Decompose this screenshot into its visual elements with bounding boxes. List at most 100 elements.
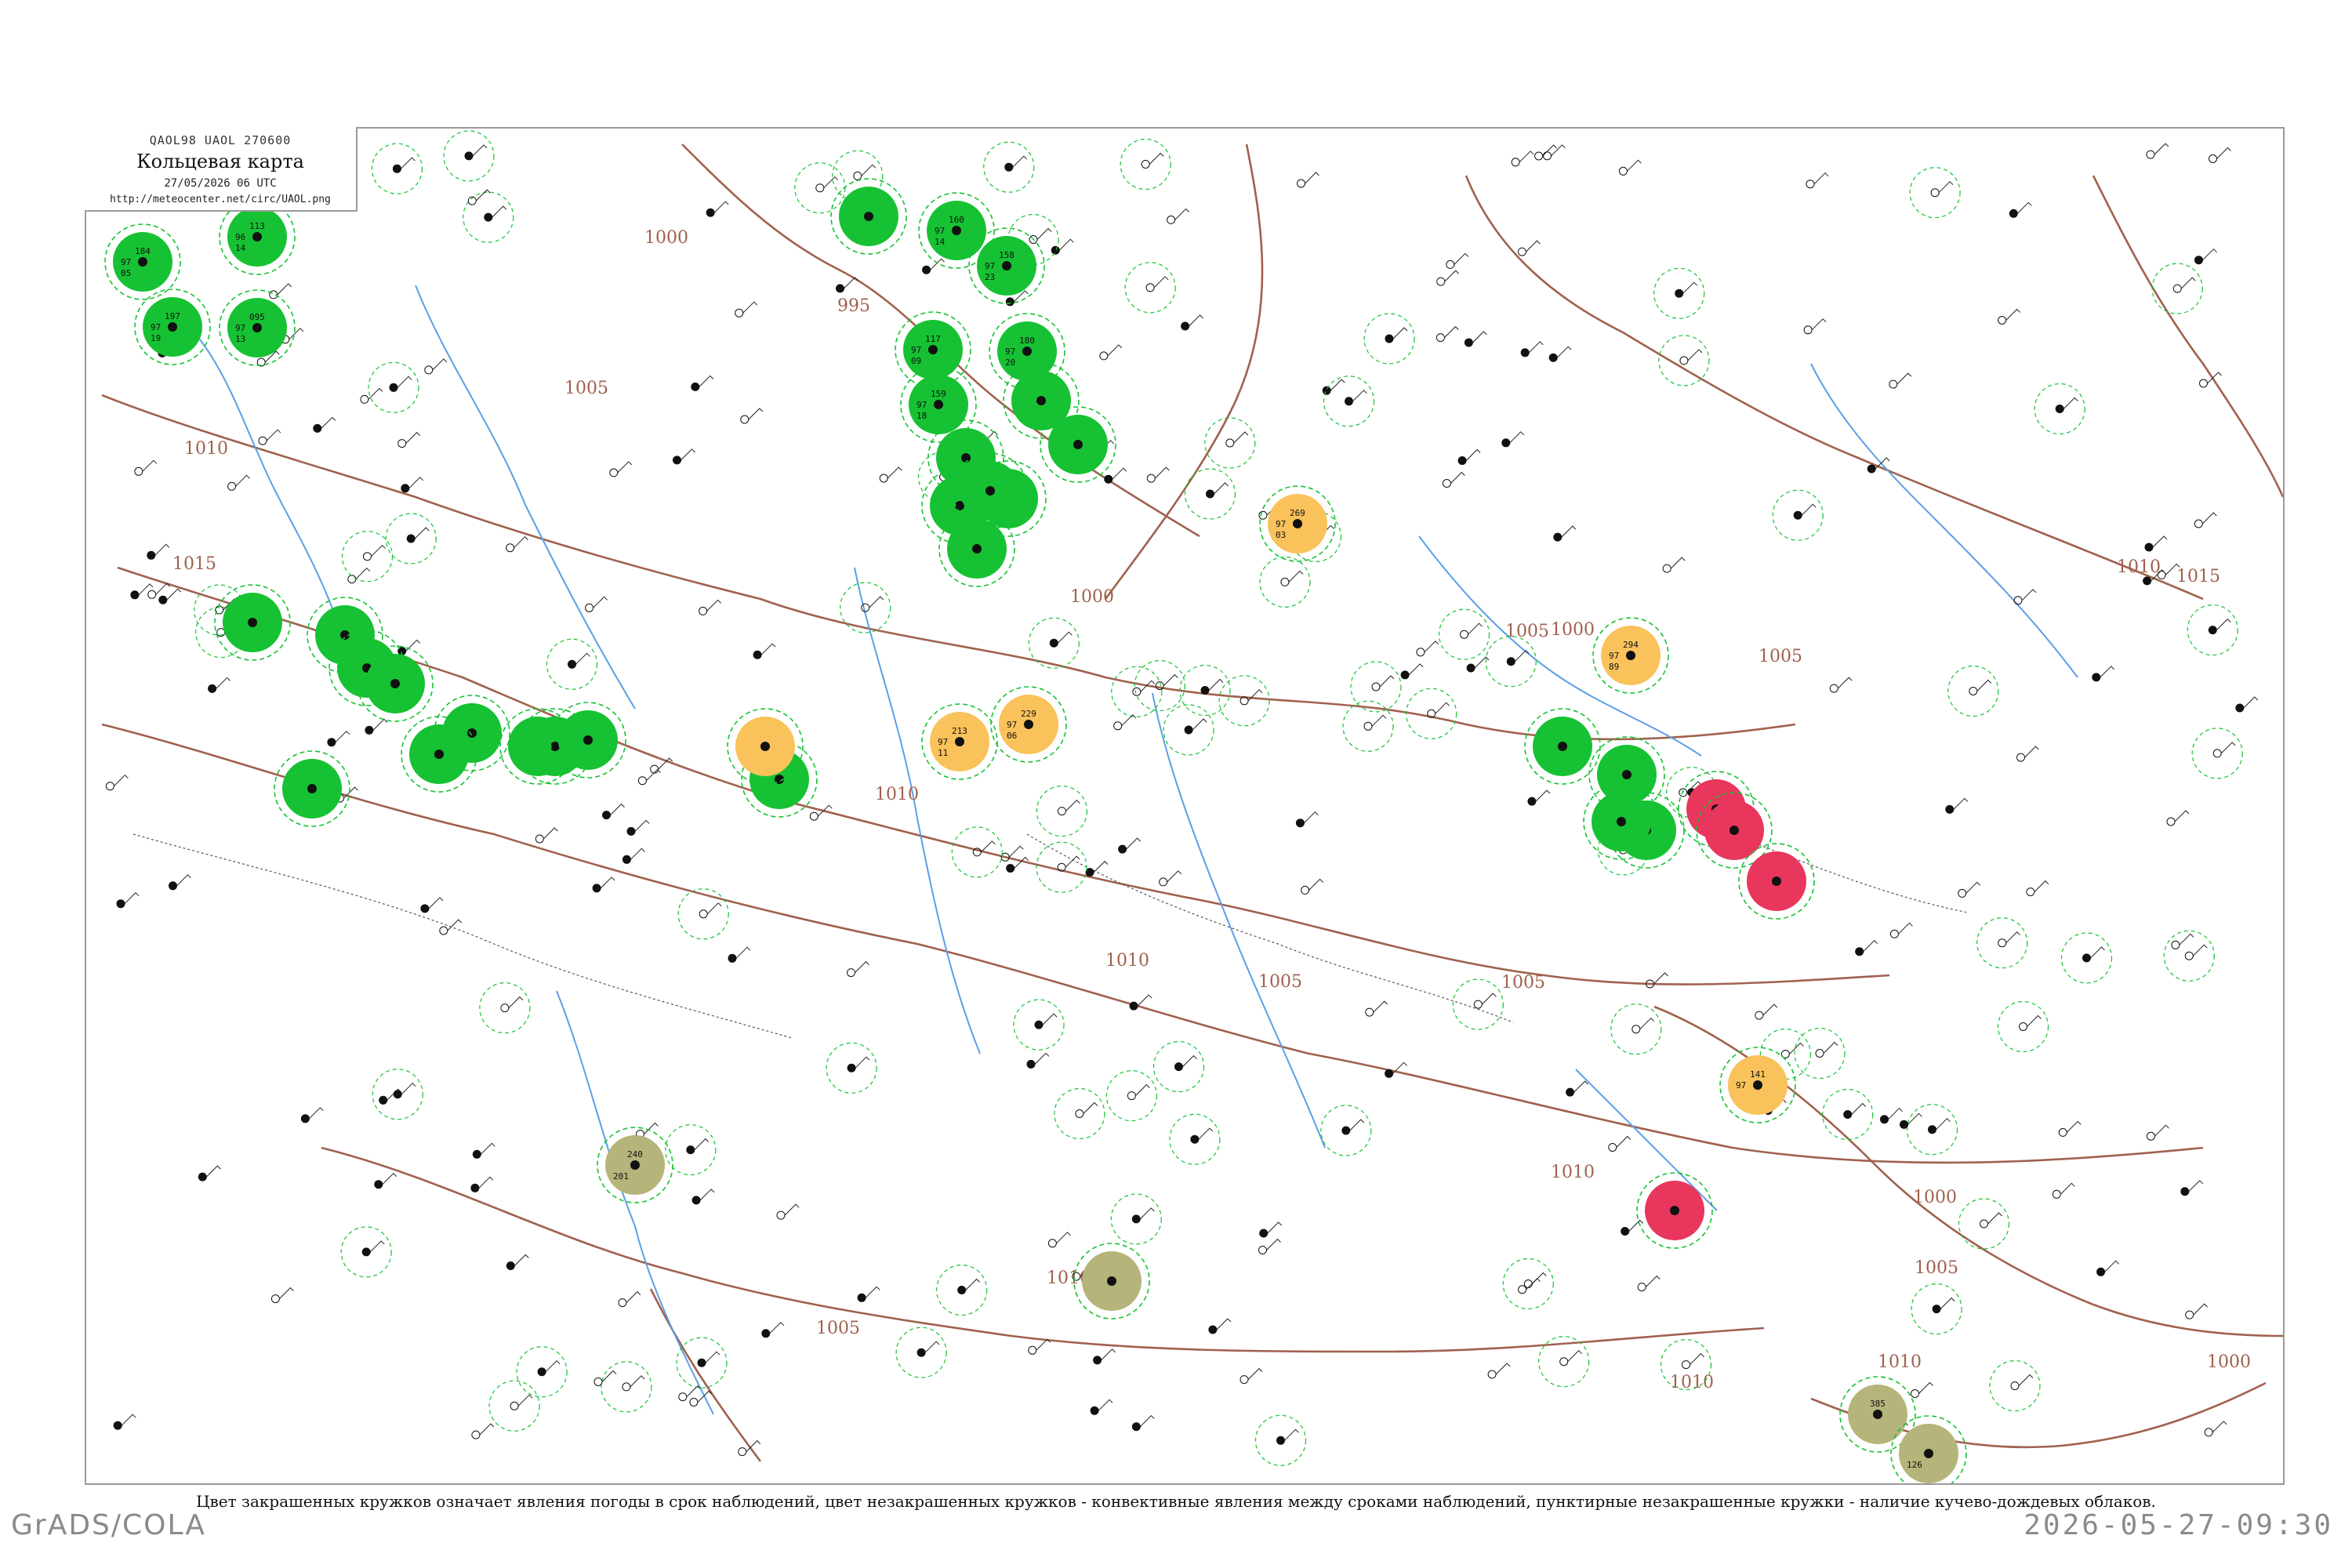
wind-barb-icon <box>713 201 729 213</box>
wind-barb-icon <box>372 718 388 731</box>
wind-barb-icon <box>861 164 877 176</box>
station-marker[interactable] <box>214 584 291 661</box>
station-marker[interactable] <box>401 716 477 793</box>
station-symbol-icon <box>776 1210 786 1220</box>
station-symbol-icon <box>1523 1279 1533 1288</box>
station-symbol-icon <box>2171 940 2180 949</box>
wind-barb-icon <box>681 448 695 461</box>
cb-cloud-ring <box>794 162 846 214</box>
wind-barb-icon <box>1918 1381 1933 1394</box>
station-symbol-icon <box>1208 1325 1218 1334</box>
station-symbol-icon <box>1090 1406 1099 1415</box>
footer-timestamp: 2026-05-27-09:30 <box>2024 1509 2333 1541</box>
station-symbol-icon <box>365 725 374 735</box>
cb-cloud-ring <box>1502 1258 1554 1310</box>
station-marker[interactable]: 294 9789 <box>1592 617 1669 694</box>
wind-barb-icon <box>699 375 714 387</box>
cb-cloud-ring <box>479 982 531 1034</box>
station-symbol-icon <box>2146 150 2155 159</box>
station-symbol-icon <box>1113 721 1123 731</box>
wind-barb-icon <box>369 1240 385 1253</box>
cloud-cover-icon <box>583 735 593 745</box>
station-value: 97 <box>235 323 245 333</box>
station-symbol-icon <box>258 436 267 445</box>
station-marker[interactable] <box>274 750 350 827</box>
station-symbol-icon <box>735 308 744 318</box>
station-marker[interactable] <box>1636 1172 1713 1249</box>
wind-barb-icon <box>1034 1052 1050 1065</box>
station-symbol-icon <box>1085 868 1094 877</box>
station-marker[interactable]: 197 9719 <box>134 289 211 365</box>
wind-barb-icon <box>1509 431 1525 444</box>
station-value: 095 <box>249 312 265 322</box>
station-marker[interactable]: 240 201 <box>597 1127 673 1203</box>
station-symbol-icon <box>1632 1025 1641 1034</box>
weather-map[interactable]: 1000100510101015995100010051010 101510001… <box>86 129 2283 1483</box>
cb-cloud-ring <box>2151 263 2203 314</box>
station-symbol-icon <box>592 884 601 893</box>
wind-barb-icon <box>855 1056 870 1069</box>
station-symbol-icon <box>169 881 177 891</box>
cb-cloud-ring <box>1259 556 1311 608</box>
station-marker[interactable] <box>550 702 626 779</box>
wind-barb-icon <box>1567 1349 1583 1363</box>
wind-barb-icon <box>2243 696 2259 709</box>
station-symbol-icon <box>1341 1126 1351 1135</box>
wind-barb-icon <box>1352 390 1367 402</box>
cb-cloud-ring <box>341 531 394 583</box>
wind-barb-icon <box>1056 1232 1071 1244</box>
title-box: QAOL98 UAOL 270600 Кольцевая карта 27/05… <box>85 127 358 212</box>
station-layer: 1849705113961419797190959713160971415897… <box>104 178 1967 1483</box>
wind-barb-icon <box>769 1322 785 1334</box>
wind-barb-icon <box>447 919 463 931</box>
wind-barb-icon <box>1140 1414 1155 1428</box>
station-marker[interactable]: 184 9705 <box>104 223 181 300</box>
map-url[interactable]: http://meteocenter.net/circ/UAOL.png <box>85 194 356 205</box>
wind-barb-icon <box>1135 1083 1150 1096</box>
station-symbol-icon <box>406 534 416 543</box>
cloud-cover-icon <box>138 257 147 267</box>
station-symbol-icon <box>1436 333 1445 343</box>
station-symbol-icon <box>1855 947 1864 956</box>
station-symbol-icon <box>1075 1109 1084 1118</box>
cloud-cover-icon <box>1670 1206 1679 1215</box>
wind-barb-icon <box>1556 346 1572 358</box>
station-marker[interactable] <box>830 178 907 255</box>
wind-barb-icon <box>1198 1127 1214 1140</box>
wind-barb-icon <box>646 768 661 782</box>
wind-barb-icon <box>155 583 171 595</box>
isobar-label: 1005 <box>1915 1258 1958 1278</box>
station-marker[interactable]: 141 97 <box>1719 1047 1796 1123</box>
station-symbol-icon <box>1998 938 2007 948</box>
station-marker[interactable] <box>1073 1243 1150 1319</box>
station-symbol-icon <box>1146 474 1156 483</box>
station-symbol-icon <box>2016 753 2025 762</box>
cloud-cover-icon <box>1753 1080 1762 1090</box>
wind-barb-icon <box>610 803 625 815</box>
station-symbol-icon <box>1682 1360 1690 1370</box>
station-marker[interactable]: 095 9713 <box>219 289 296 366</box>
station-symbol-icon <box>1200 686 1210 695</box>
station-symbol-icon <box>691 1196 701 1205</box>
station-symbol-icon <box>602 811 611 820</box>
station-symbol-icon <box>1005 297 1014 307</box>
station-symbol-icon <box>1460 630 1468 639</box>
wind-barb-icon <box>869 596 884 608</box>
cb-cloud-ring <box>1976 917 2028 969</box>
wind-barb-icon <box>2090 946 2105 959</box>
station-marker[interactable]: 213 9711 <box>921 703 998 780</box>
station-symbol-icon <box>622 855 631 864</box>
station-symbol-icon <box>836 284 844 293</box>
wind-barb-icon <box>2063 397 2078 409</box>
isobar-label: 1015 <box>172 554 216 574</box>
station-symbol-icon <box>1958 888 1967 898</box>
station-marker[interactable]: 229 9706 <box>990 686 1067 763</box>
station-symbol-icon <box>1436 277 1446 286</box>
station-symbol-icon <box>1466 663 1475 673</box>
station-value: 184 <box>135 246 151 256</box>
wind-barb-icon <box>1174 208 1189 220</box>
wind-barb-icon <box>382 1172 397 1185</box>
station-marker[interactable]: 269 9703 <box>1259 485 1336 562</box>
station-symbol-icon <box>1679 356 1689 365</box>
station-symbol-icon <box>470 1183 480 1192</box>
